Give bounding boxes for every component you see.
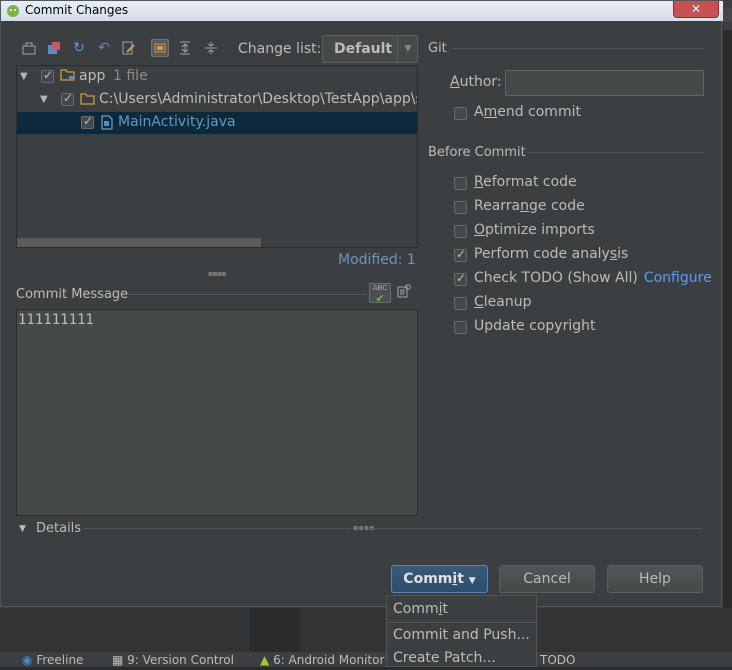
android-studio-icon [7, 5, 19, 17]
separator-line [528, 152, 704, 153]
freeline-icon: ◉ [22, 653, 33, 667]
commit-dropdown-menu: Commit Commit and Push... Create Patch..… [386, 595, 537, 667]
checkbox[interactable] [454, 177, 467, 190]
checkbox[interactable] [454, 225, 467, 238]
configure-link[interactable]: Configure [644, 270, 712, 286]
close-button[interactable]: ✕ [673, 1, 719, 18]
window-title: Commit Changes [25, 3, 129, 17]
menu-item-commit-and-push[interactable]: Commit and Push... [387, 623, 536, 647]
menu-item-create-patch[interactable]: Create Patch... [387, 646, 536, 670]
ide-editor-edge [723, 30, 732, 640]
checkbox[interactable] [454, 247, 467, 262]
cancel-button[interactable]: Cancel [499, 565, 595, 593]
splitter-handle[interactable]: ▪▪▪▪ [208, 269, 227, 278]
expand-all-icon[interactable] [176, 39, 194, 57]
chevron-down-icon: ▼ [468, 576, 476, 586]
commit-message-textarea[interactable]: 111111111 [16, 309, 418, 516]
option-label: Rearrange code [474, 198, 585, 214]
commit-button[interactable]: Commit ▼ [391, 565, 488, 593]
changelist-dropdown[interactable]: Default ▼ [322, 35, 418, 63]
details-label[interactable]: Details [36, 521, 81, 536]
tree-node-filename: MainActivity.java [118, 114, 236, 130]
android-monitor-tab[interactable]: ▲ 6: Android Monitor [260, 653, 384, 667]
commit-message-label: Commit Message [16, 287, 129, 302]
spellcheck-icon[interactable]: ABC ✔ [369, 283, 391, 305]
tree-node-label: app [79, 68, 106, 84]
checkbox[interactable] [454, 321, 467, 334]
git-group-label: Git [428, 41, 447, 56]
changelist-label: Change list: [238, 41, 322, 57]
details-collapse-icon[interactable]: ▼ [19, 524, 26, 534]
expand-triangle-icon[interactable]: ▼ [40, 94, 48, 105]
file-count: 1 file [113, 68, 148, 84]
group-by-directory-icon[interactable] [151, 39, 169, 57]
tree-node-path: C:\Users\Administrator\Desktop\TestApp\a… [99, 91, 418, 107]
checkbox-module[interactable] [41, 68, 54, 83]
separator-line [453, 48, 704, 49]
todo-tab[interactable]: TODO [540, 653, 575, 667]
diff-icon[interactable] [20, 39, 38, 57]
checkbox[interactable] [454, 271, 467, 286]
close-icon: ✕ [690, 2, 702, 16]
option-label: Reformat code [474, 174, 577, 190]
expand-triangle-icon[interactable]: ▼ [20, 71, 28, 82]
help-button[interactable]: Help [607, 565, 703, 593]
horizontal-scrollbar[interactable] [17, 238, 261, 247]
option-label: Perform code analysis [474, 246, 629, 262]
vcs-icon: ▦ [112, 653, 124, 667]
tool-window-bar: ◉ Freeline ▦ 9: Version Control ▲ 6: And… [0, 652, 732, 667]
checkbox[interactable] [454, 201, 467, 214]
changes-tree[interactable]: ▼ app 1 file ▼ C:\Users\Administrator\De… [16, 65, 418, 248]
title-bar[interactable]: Commit Changes ✕ [1, 1, 723, 21]
option-label: Cleanup [474, 294, 532, 310]
refresh-icon[interactable]: ↻ [70, 39, 88, 57]
edit-source-icon[interactable] [120, 39, 138, 57]
message-history-icon[interactable] [397, 284, 413, 301]
version-control-tab[interactable]: ▦ 9: Version Control [112, 653, 234, 667]
tree-node-file[interactable]: MainActivity.java [17, 112, 417, 134]
checkbox[interactable] [454, 297, 467, 310]
separator-line [128, 294, 366, 295]
modified-count: Modified: 1 [338, 252, 416, 268]
checkbox-file[interactable] [81, 114, 94, 129]
java-file-icon [101, 115, 113, 134]
checkbox-directory[interactable] [61, 91, 74, 106]
separator-line [83, 528, 351, 529]
move-icon[interactable] [45, 39, 63, 57]
changelist-value: Default [334, 41, 393, 57]
option-label: Optimize imports [474, 222, 595, 238]
before-commit-group-label: Before Commit [428, 145, 526, 160]
collapse-all-icon[interactable] [202, 39, 220, 57]
menu-item-commit[interactable]: Commit [387, 597, 536, 621]
module-folder-icon [60, 68, 76, 86]
freeline-tab[interactable]: ◉ Freeline [22, 653, 83, 667]
folder-icon [80, 92, 96, 110]
separator-line [369, 528, 702, 529]
tree-node-directory[interactable]: ▼ C:\Users\Administrator\Desktop\TestApp… [17, 89, 417, 111]
amend-commit-label: Amend commit [474, 104, 581, 120]
tree-node-module[interactable]: ▼ app 1 file [17, 66, 417, 88]
commit-changes-dialog: Commit Changes ✕ ↻ ↶ Change list: Defaul… [0, 0, 723, 607]
option-label: Check TODO (Show All) Configure [474, 270, 712, 286]
author-input[interactable] [505, 70, 704, 96]
author-label: Author: [450, 74, 502, 90]
checkbox[interactable] [454, 107, 467, 120]
android-icon: ▲ [260, 653, 270, 667]
rollback-icon[interactable]: ↶ [95, 39, 113, 57]
chevron-down-icon: ▼ [397, 36, 418, 62]
option-label: Update copyright [474, 318, 596, 334]
